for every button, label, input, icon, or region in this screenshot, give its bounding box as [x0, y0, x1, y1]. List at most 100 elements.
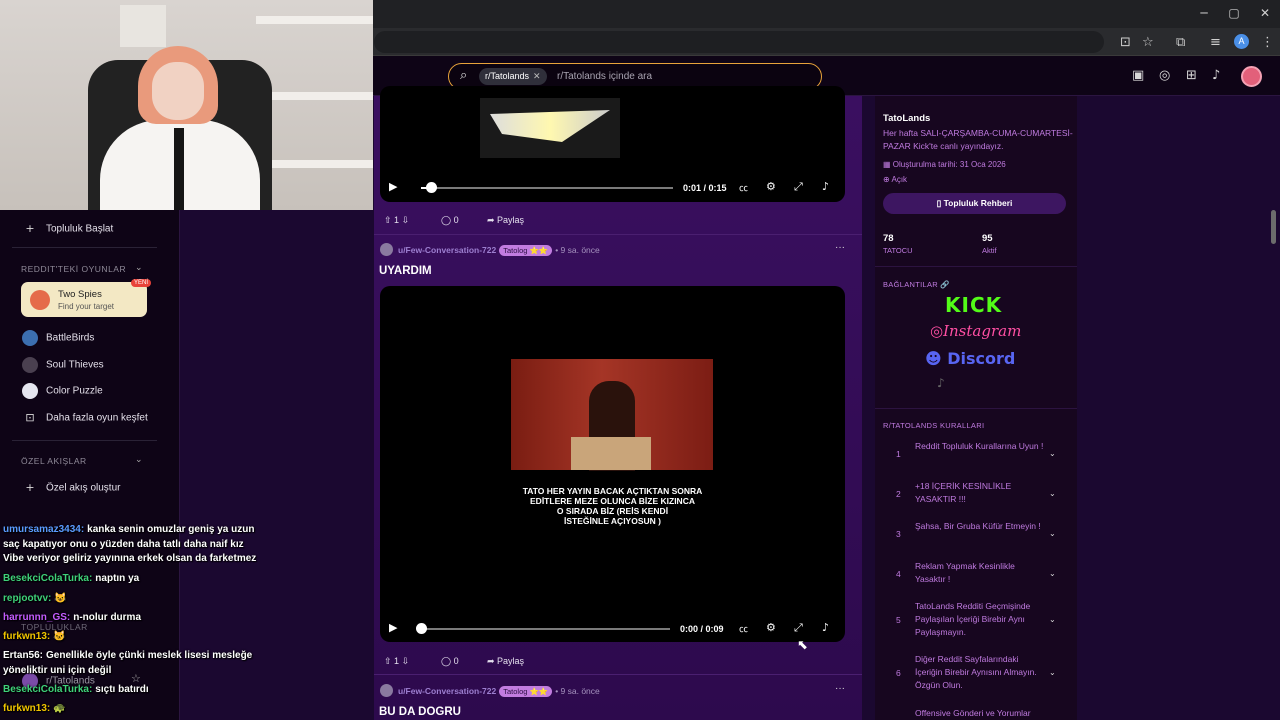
start-community-item[interactable]: + Topluluk Başlat	[22, 221, 113, 237]
chat-message: umursamaz3434: kanka senin omuzlar geniş …	[3, 524, 254, 535]
community-sidebar: TatoLands Her hafta SALI-ÇARŞAMBA-CUMA-C…	[875, 96, 1077, 720]
page-scrollbar[interactable]	[1271, 210, 1276, 244]
play-icon[interactable]: ▶	[389, 180, 397, 193]
upvote-icon[interactable]: ⇧	[384, 215, 394, 225]
chevron-down-icon[interactable]: ⌄	[1049, 489, 1056, 498]
featured-game-two-spies[interactable]: Two Spies Find your target YENİ	[21, 279, 151, 317]
post2-comment-count: 0	[453, 656, 459, 666]
post2-more-icon[interactable]: ···	[835, 242, 845, 253]
downvote-icon[interactable]: ⇩	[399, 215, 410, 225]
user-avatar[interactable]	[1241, 66, 1262, 87]
chevron-down-icon[interactable]: ⌄	[1049, 668, 1056, 677]
close-icon[interactable]: ✕	[533, 71, 541, 81]
post2-author-avatar[interactable]	[380, 243, 393, 256]
instagram-link[interactable]: ◎Instagram	[930, 322, 1021, 340]
settings-gear-icon[interactable]: ⚙	[766, 621, 776, 634]
chevron-down-icon[interactable]: ⌄	[135, 455, 143, 465]
star-icon[interactable]: ☆	[1142, 35, 1154, 50]
tiktok-link[interactable]: ♪	[937, 376, 945, 390]
notifications-icon[interactable]: ♪	[1212, 68, 1220, 83]
chat-text: 🐢	[53, 703, 66, 714]
kick-link[interactable]: KICK	[945, 293, 1002, 317]
volume-icon[interactable]: ♪	[822, 180, 829, 193]
minimize-button[interactable]: ─	[1189, 6, 1219, 20]
chat-icon[interactable]: ◎	[1159, 68, 1170, 83]
extensions-icon[interactable]: ⧉	[1176, 35, 1185, 50]
post3-more-icon[interactable]: ···	[835, 683, 845, 694]
post2-title[interactable]: UYARDIM	[379, 265, 432, 277]
post3-author-avatar[interactable]	[380, 684, 393, 697]
podium	[571, 437, 651, 470]
post2-video[interactable]: TATO HER YAYIN BACAK AÇTIKTAN SONRA EDİT…	[380, 286, 845, 642]
featured-game-title: Two Spies	[58, 289, 102, 300]
game-item-battlebirds[interactable]: BattleBirds	[22, 330, 94, 346]
address-bar[interactable]	[374, 31, 1104, 53]
fullscreen-icon[interactable]: ⤢	[794, 621, 803, 635]
close-window-button[interactable]: ✕	[1250, 6, 1280, 20]
more-games-label: Daha fazla oyun keşfet	[46, 412, 148, 424]
post2-vote[interactable]: ⇧ 1 ⇩	[384, 652, 409, 670]
instagram-label: Instagram	[943, 322, 1022, 340]
post3-title[interactable]: BU DA DOGRU	[379, 706, 461, 718]
ads-icon[interactable]: ▣	[1132, 68, 1144, 83]
chat-username: furkwn13:	[3, 703, 51, 714]
discord-link[interactable]: ☻ Discord	[925, 349, 1015, 368]
volume-icon[interactable]: ♪	[822, 621, 829, 634]
upvote-icon[interactable]: ⇧	[384, 656, 394, 666]
downvote-icon[interactable]: ⇩	[399, 656, 410, 666]
post2-time: 0:00 / 0:09	[680, 624, 724, 634]
post2-comments[interactable]: ◯ 0	[441, 652, 459, 670]
more-games-item[interactable]: ⊡ Daha fazla oyun keşfet	[22, 410, 148, 426]
browser-profile-avatar[interactable]: A	[1234, 34, 1249, 49]
online-count: 95	[982, 233, 993, 244]
settings-gear-icon[interactable]: ⚙	[766, 180, 776, 193]
chevron-down-icon[interactable]: ⌄	[135, 263, 143, 273]
feeds-heading[interactable]: ÖZEL AKIŞLAR	[21, 456, 87, 466]
post1-seek-knob[interactable]	[426, 182, 437, 193]
games-heading[interactable]: REDDIT'TEKİ OYUNLAR	[21, 264, 126, 274]
search-scope-chip[interactable]: r/Tatolands ✕	[479, 68, 547, 85]
browser-menu-icon[interactable]: ⋮	[1261, 35, 1274, 50]
maximize-button[interactable]: ▢	[1219, 6, 1249, 20]
post3-age: • 9 sa. önce	[555, 686, 600, 696]
post2-share-label: Paylaş	[497, 656, 525, 666]
fullscreen-icon[interactable]: ⤢	[794, 180, 803, 194]
chat-message: Vibe veriyor geliriz yayınına erkek olsa…	[3, 553, 256, 564]
post2-author[interactable]: u/Few-Conversation-722	[398, 245, 496, 255]
post2-seek-bar[interactable]	[421, 628, 670, 630]
rule-number: 5	[896, 615, 901, 625]
chevron-down-icon[interactable]: ⌄	[1049, 449, 1056, 458]
create-post-icon[interactable]: ⊞	[1186, 68, 1197, 83]
game-item-color-puzzle[interactable]: Color Puzzle	[22, 383, 103, 399]
chat-username: BesekciColaTurka:	[3, 684, 93, 695]
chevron-down-icon[interactable]: ⌄	[1049, 569, 1056, 578]
caption-line-3: O SIRADA BİZ (REİS KENDİ	[556, 506, 669, 516]
chat-text: kanka senin omuzlar geniş ya uzun	[87, 524, 255, 535]
media-icon[interactable]: ≡	[1210, 35, 1221, 50]
chat-username: umursamaz3434:	[3, 524, 85, 535]
post1-vote[interactable]: ⇧ 1 ⇩	[384, 211, 409, 229]
post2-seek-knob[interactable]	[416, 623, 427, 634]
post1-share[interactable]: ➦ Paylaş	[487, 211, 524, 229]
community-guide-button[interactable]: ▯ Topluluk Rehberi	[883, 193, 1066, 214]
chevron-down-icon[interactable]: ⌄	[1049, 615, 1056, 624]
captions-icon[interactable]: ㏄	[739, 181, 748, 194]
chevron-down-icon[interactable]: ⌄	[1049, 529, 1056, 538]
post2-flair: Tatolog ⭐⭐	[499, 245, 553, 256]
post1-comments[interactable]: ◯ 0	[441, 211, 459, 229]
captions-icon[interactable]: ㏄	[739, 622, 748, 635]
chip-label: r/Tatolands	[485, 71, 530, 81]
video-caption: TATO HER YAYIN BACAK AÇTIKTAN SONRA EDİT…	[380, 486, 845, 526]
play-icon[interactable]: ▶	[389, 621, 397, 634]
share-icon: ➦	[487, 215, 498, 225]
install-icon[interactable]: ⊡	[1120, 35, 1131, 50]
discord-label: Discord	[947, 349, 1016, 368]
post3-author[interactable]: u/Few-Conversation-722	[398, 686, 496, 696]
community-visibility: ⊕ Açık	[883, 175, 907, 184]
gamepad-icon: ⊡	[25, 411, 35, 424]
game-item-soul-thieves[interactable]: Soul Thieves	[22, 357, 104, 373]
poster	[120, 5, 166, 47]
post1-seek-bar[interactable]	[421, 187, 673, 189]
post2-share[interactable]: ➦ Paylaş	[487, 652, 524, 670]
create-feed-item[interactable]: + Özel akış oluştur	[22, 480, 120, 496]
